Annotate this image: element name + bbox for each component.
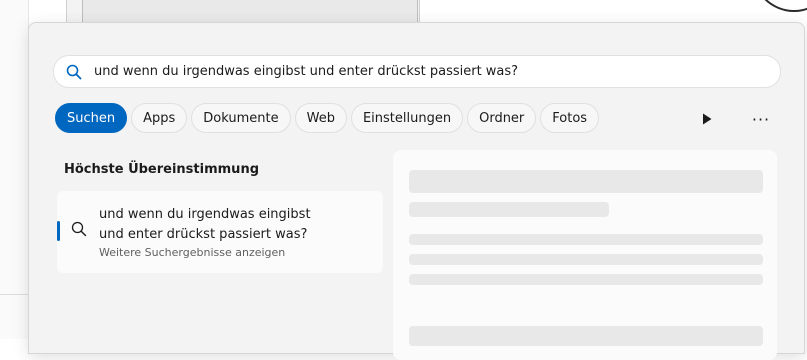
skeleton-title — [409, 170, 763, 193]
more-filters-button[interactable] — [697, 109, 717, 129]
best-match-title-line1: und wenn du irgendwas eingibst — [99, 207, 311, 222]
best-match-heading: Höchste Übereinstimmung — [64, 162, 259, 177]
filter-fotos[interactable]: Fotos — [540, 103, 600, 133]
best-match-title: und wenn du irgendwas eingibst und enter… — [99, 205, 359, 245]
search-icon — [71, 221, 87, 241]
filter-apps[interactable]: Apps — [131, 103, 188, 133]
filter-suchen[interactable]: Suchen — [55, 103, 128, 133]
background-window-inner — [82, 0, 418, 22]
search-input[interactable] — [94, 64, 754, 79]
skeleton-line — [409, 274, 763, 285]
search-box[interactable] — [53, 55, 781, 88]
search-icon — [54, 64, 94, 80]
skeleton-subtitle — [409, 202, 609, 217]
background-divider — [0, 294, 28, 295]
background-logo-arc — [752, 0, 807, 12]
filter-einstellungen[interactable]: Einstellungen — [350, 103, 464, 133]
more-options-button[interactable]: ··· — [747, 109, 775, 129]
skeleton-block — [409, 326, 763, 346]
filter-web[interactable]: Web — [294, 103, 347, 133]
skeleton-line — [409, 234, 763, 245]
best-match-title-line2: und enter drückst passiert was? — [99, 227, 308, 242]
skeleton-line — [409, 254, 763, 265]
best-match-subtitle: Weitere Suchergebnisse anzeigen — [99, 246, 286, 259]
background-window-edge — [0, 0, 29, 339]
search-flyout: Suchen Apps Dokumente Web Einstellungen … — [28, 22, 805, 360]
play-icon — [703, 113, 712, 125]
selection-indicator — [57, 221, 60, 241]
filter-bar: Suchen Apps Dokumente Web Einstellungen … — [55, 103, 600, 135]
preview-pane — [393, 150, 777, 360]
filter-ordner[interactable]: Ordner — [467, 103, 537, 133]
best-match-result[interactable]: und wenn du irgendwas eingibst und enter… — [57, 191, 383, 273]
filter-dokumente[interactable]: Dokumente — [191, 103, 291, 133]
